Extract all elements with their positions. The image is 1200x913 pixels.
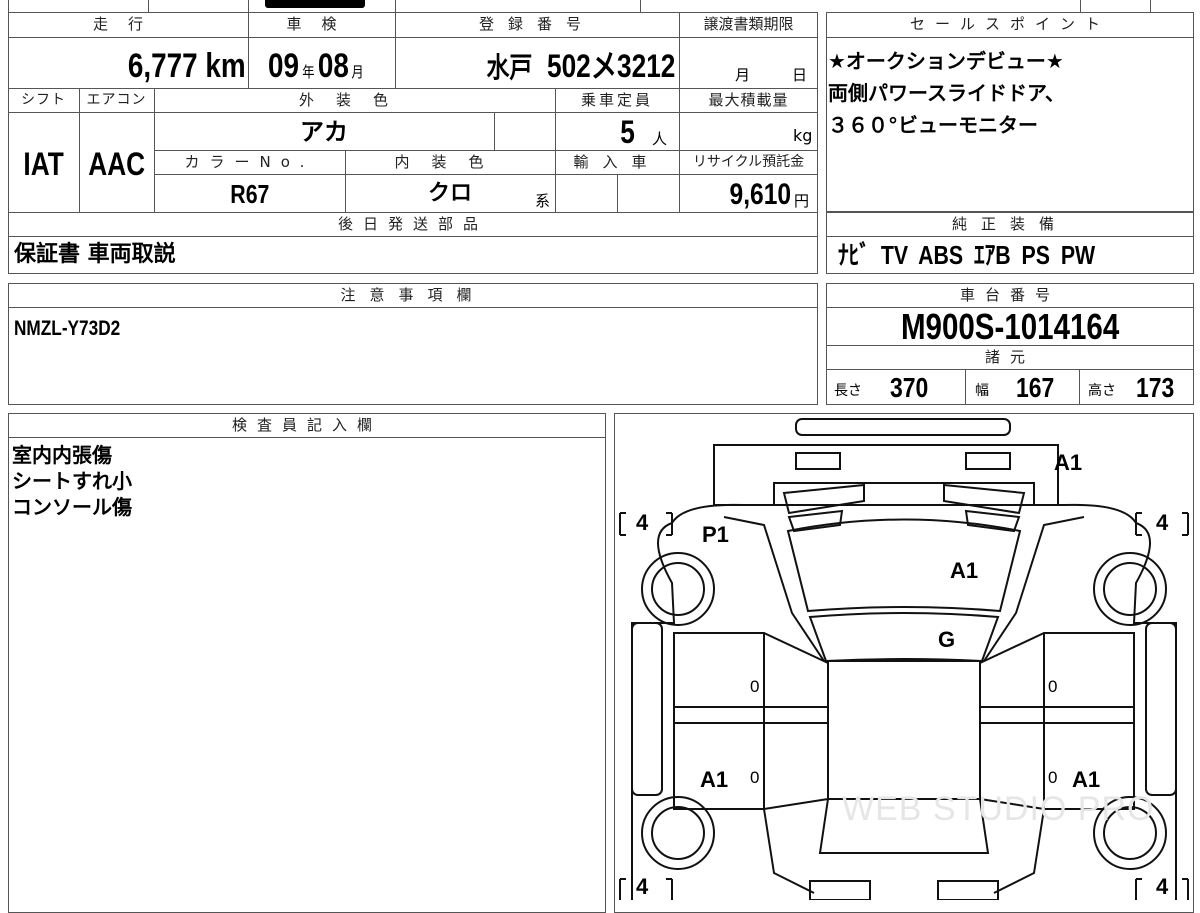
later-parts-header: 後日発送部品	[337, 215, 488, 233]
inspection-month: 08	[317, 47, 349, 85]
month-unit: 月	[351, 63, 364, 81]
deadline-month-unit: 月	[735, 66, 751, 84]
color-no-text: R67	[229, 179, 270, 209]
mark-zero-rear-right: 0	[1048, 768, 1058, 787]
width-label: 幅	[975, 383, 989, 399]
specs-header: 諸元	[984, 348, 1035, 366]
mark-front-left-fender: P1	[702, 522, 729, 547]
later-parts-value: 保証書 車両取説	[14, 242, 176, 267]
mark-zero-front-right: 0	[1048, 677, 1058, 696]
import-header: 輸入車	[573, 153, 661, 171]
width-number: 167	[1016, 372, 1055, 403]
aircon-text: AAC	[88, 146, 145, 182]
inspection-value: 09 年08 月	[268, 44, 393, 94]
height-number: 173	[1136, 372, 1175, 403]
chassis-number: M900S-1014164	[900, 306, 1120, 347]
genuine-equipment-header: 純正装備	[951, 215, 1068, 233]
sales-point-header: セールスポイント	[909, 15, 1110, 33]
length-number: 370	[890, 372, 929, 403]
inspector-note-1: 室内内張傷	[12, 443, 112, 467]
mileage-unit: km	[205, 47, 246, 85]
chassis-header: 車台番号	[959, 286, 1060, 304]
exterior-color-header: 外装色	[298, 91, 410, 109]
tire-rear-left-grade: 4	[636, 874, 649, 899]
deadline-day-unit: 日	[792, 66, 808, 84]
recycle-number: 9,610	[729, 178, 791, 211]
color-no-value: R67	[154, 176, 345, 213]
recycle-unit: 円	[794, 192, 810, 210]
max-load-header: 最大積載量	[708, 91, 789, 109]
capacity-value: 5	[555, 110, 635, 154]
mark-rear-bumper: A1	[1054, 450, 1083, 475]
notes-header: 注意事項欄	[340, 286, 486, 304]
color-no-header: カラーNo.	[184, 153, 315, 171]
inspection-year: 09	[268, 47, 300, 85]
mark-zero-front-left: 0	[750, 677, 760, 696]
length-label: 長さ	[834, 383, 862, 399]
transfer-deadline-header: 譲渡書類期限	[703, 15, 794, 33]
capacity-number: 5	[620, 114, 635, 150]
interior-color-value: クロ	[427, 181, 472, 206]
capacity-header: 乗車定員	[580, 91, 653, 109]
registration-value: 水戸 502メ3212	[395, 44, 675, 90]
notes-text: NMZL-Y73D2	[14, 317, 121, 340]
mileage-number: 6,777	[128, 47, 198, 85]
cropped-top-row	[8, 0, 1194, 12]
shift-text: IAT	[23, 146, 64, 182]
mark-roof: A1	[950, 558, 979, 583]
mark-rear-left-door: A1	[700, 767, 729, 792]
exterior-color-value: アカ	[300, 118, 348, 146]
notes-value: NMZL-Y73D2	[14, 314, 144, 343]
aircon-value: AAC	[79, 142, 154, 186]
inspector-note-3: コンソール傷	[12, 495, 132, 519]
inspector-header: 検査員記入欄	[231, 416, 382, 434]
sales-point-line-3: ３６０°ビューモニター	[828, 113, 1038, 137]
height-label: 高さ	[1088, 383, 1116, 399]
max-load-unit: kg	[793, 126, 813, 145]
height-value: 173	[1136, 370, 1183, 406]
mark-rear-glass: G	[938, 627, 956, 652]
plate-number: 502メ3212	[546, 48, 675, 84]
registration-header: 登録番号	[478, 15, 595, 33]
interior-color-header: 内装色	[394, 153, 506, 171]
year-unit: 年	[302, 63, 315, 81]
mileage-header: 走行	[92, 15, 163, 33]
recycle-header: リサイクル預託金	[692, 154, 805, 170]
tire-front-left-grade: 4	[636, 510, 649, 535]
shift-header: シフト	[21, 92, 66, 108]
aircon-header: エアコン	[86, 92, 147, 108]
capacity-unit: 人	[652, 130, 668, 148]
mileage-value: 6,777 km	[8, 44, 246, 88]
plate-area: 水戸	[486, 51, 533, 84]
chassis-value: M900S-1014164	[826, 306, 1194, 349]
sales-point-line-1: ★オークションデビュー★	[828, 49, 1064, 73]
width-value: 167	[1016, 370, 1063, 406]
inspector-note-2: シートすれ小	[12, 469, 132, 493]
watermark: WEB STUDIO PRO	[842, 790, 1155, 828]
length-value: 370	[890, 370, 937, 406]
genuine-equipment-value: ﾅﾋﾞ TV ABS ｴｱB PS PW	[838, 238, 1152, 273]
interior-suffix: 系	[535, 192, 551, 210]
shift-value: IAT	[8, 142, 79, 186]
genuine-equipment-text: ﾅﾋﾞ TV ABS ｴｱB PS PW	[838, 240, 1096, 270]
tire-front-right-grade: 4	[1156, 510, 1169, 535]
recycle-value: 9,610	[679, 174, 791, 216]
inspection-header: 車検	[286, 15, 357, 33]
tire-rear-right-grade: 4	[1156, 874, 1169, 899]
sales-point-line-2: 両側パワースライドドア、	[828, 81, 1065, 105]
mark-zero-rear-left: 0	[750, 768, 760, 787]
